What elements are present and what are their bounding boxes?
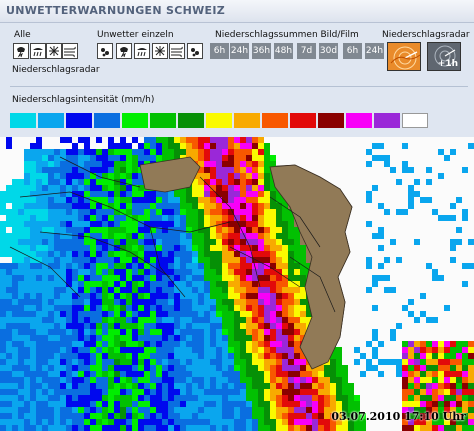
legend-swatch-1 — [10, 113, 36, 128]
legend-swatch-5 — [122, 113, 148, 128]
legend-title: Niederschlagsintensität (mm/h) — [12, 95, 155, 105]
radar-forecast-label: +1h — [437, 59, 458, 69]
radar-image — [0, 137, 474, 431]
hail-icon[interactable] — [97, 43, 113, 59]
legend-swatch-3 — [66, 113, 92, 128]
rain-icon[interactable] — [30, 43, 46, 59]
panel-divider — [10, 86, 468, 87]
legend-swatch-7 — [178, 113, 204, 128]
radar-current-button[interactable] — [387, 42, 421, 71]
radar-timestamp: 03.07.2010 17:10 Uhr — [331, 410, 466, 423]
legend-swatch-6 — [150, 113, 176, 128]
bild-button-7d[interactable]: 7d — [297, 43, 316, 59]
unwetter-einzeln-label: Unwetter einzeln — [97, 30, 174, 40]
snow-icon[interactable] — [46, 43, 62, 59]
niederschlagsradar-label: Niederschlagsradar — [382, 30, 470, 40]
wind-icon[interactable] — [62, 43, 78, 59]
alle-label: Alle — [14, 30, 31, 40]
legend-swatch-15 — [402, 113, 428, 128]
bild-button-30d[interactable]: 30d — [319, 43, 338, 59]
radar-map[interactable]: 03.07.2010 17:10 Uhr — [0, 137, 474, 431]
radar-current-icon — [388, 43, 420, 70]
bild-button-24h[interactable]: 24h — [230, 43, 249, 59]
legend-swatch-13 — [346, 113, 372, 128]
bild-button-6h[interactable]: 6h — [210, 43, 229, 59]
fog-icon[interactable] — [134, 43, 150, 59]
legend-swatch-10 — [262, 113, 288, 128]
title-bar: UNWETTERWARNUNGEN SCHWEIZ — [0, 0, 474, 23]
legend-swatch-2 — [38, 113, 64, 128]
legend-swatch-14 — [374, 113, 400, 128]
page-title: UNWETTERWARNUNGEN SCHWEIZ — [6, 4, 225, 17]
niederschlagsradar-sub-label: Niederschlagsradar — [12, 65, 100, 75]
film-button-6h[interactable]: 6h — [343, 43, 362, 59]
bild-button-36h[interactable]: 36h — [252, 43, 271, 59]
radar-forecast-button[interactable]: +1h — [427, 42, 461, 71]
frost-icon[interactable] — [116, 43, 132, 59]
legend-swatch-12 — [318, 113, 344, 128]
bild-button-48h[interactable]: 48h — [274, 43, 293, 59]
legend-swatch-8 — [206, 113, 232, 128]
flood-icon[interactable] — [152, 43, 168, 59]
niederschlagssummen-label: Niederschlagssummen Bild/Film — [215, 30, 359, 40]
legend-swatch-4 — [94, 113, 120, 128]
legend-swatch-9 — [234, 113, 260, 128]
film-button-24h[interactable]: 24h — [365, 43, 384, 59]
slippery-road-icon[interactable] — [169, 43, 185, 59]
heat-icon[interactable] — [187, 43, 203, 59]
thunderstorm-icon[interactable] — [13, 43, 29, 59]
legend-swatch-11 — [290, 113, 316, 128]
